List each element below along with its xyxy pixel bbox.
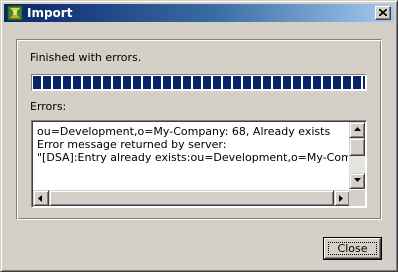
vertical-scroll-thumb[interactable] <box>349 138 365 156</box>
errors-textbox[interactable]: ou=Development,o=My-Company: 68, Already… <box>31 120 367 208</box>
arrow-left-icon <box>38 195 42 202</box>
window-title: Import <box>27 6 73 20</box>
errors-text[interactable]: ou=Development,o=My-Company: 68, Already… <box>34 123 348 189</box>
horizontal-scroll-thumb[interactable] <box>49 190 334 206</box>
import-dialog: Import Finished with errors. Errors: ou=… <box>0 0 398 272</box>
error-line: "[DSA]:Entry already exists:ou=Developme… <box>37 151 348 164</box>
errors-label: Errors: <box>30 100 67 113</box>
horizontal-scrollbar[interactable] <box>33 190 350 206</box>
status-text: Finished with errors. <box>30 51 142 64</box>
error-line: ou=Development,o=My-Company: 68, Already… <box>37 125 331 138</box>
progress-bar <box>31 74 367 91</box>
error-line: Error message returned by server: <box>37 138 227 151</box>
progress-fill <box>33 76 365 89</box>
scroll-left-button[interactable] <box>33 190 49 206</box>
scroll-right-button[interactable] <box>334 190 350 206</box>
title-bar[interactable]: Import <box>4 4 394 22</box>
import-app-icon <box>7 5 23 21</box>
close-icon[interactable] <box>375 6 391 20</box>
close-button[interactable]: Close <box>323 237 382 260</box>
close-button-label: Close <box>324 238 381 259</box>
vertical-scrollbar[interactable] <box>349 122 365 189</box>
scroll-down-button[interactable] <box>349 173 365 189</box>
arrow-right-icon <box>339 195 343 202</box>
arrow-down-icon <box>354 178 361 182</box>
arrow-up-icon <box>354 127 361 131</box>
scrollbar-corner <box>349 190 365 206</box>
scroll-up-button[interactable] <box>349 122 365 138</box>
